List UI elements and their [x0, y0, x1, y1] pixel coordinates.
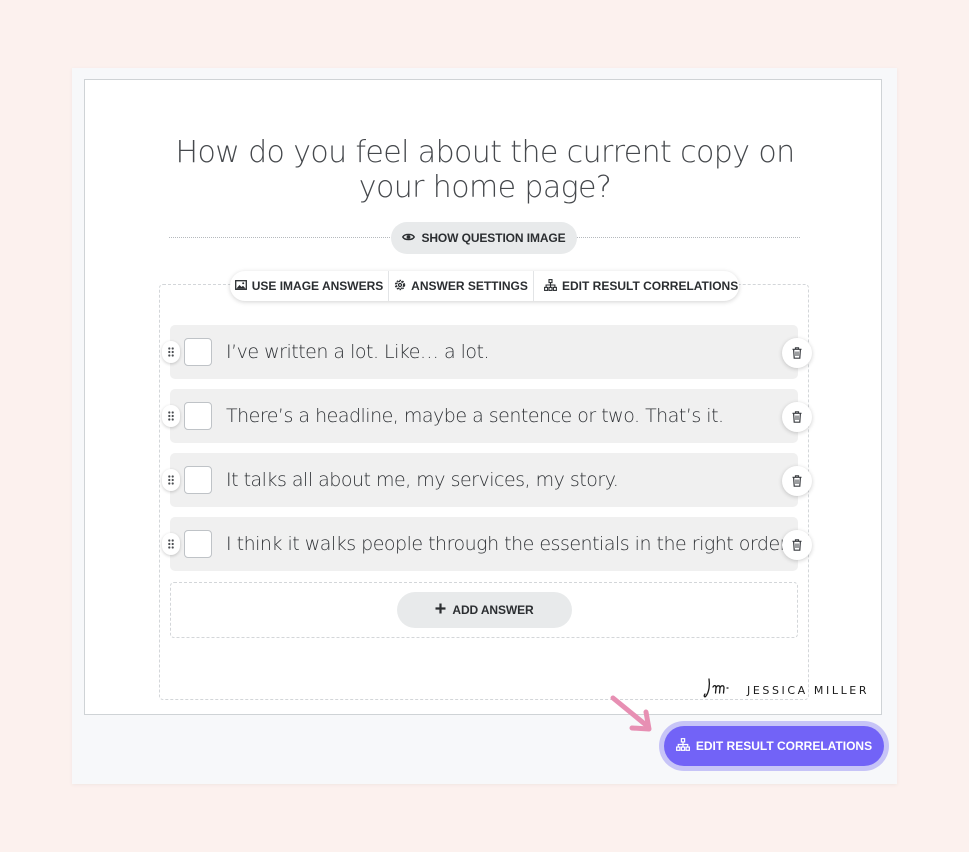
pointer-arrow-icon — [610, 695, 654, 740]
trash-icon[interactable] — [782, 466, 812, 496]
answer-checkbox[interactable] — [184, 402, 212, 430]
signature-logo-icon — [703, 676, 739, 705]
drag-handle-icon[interactable] — [162, 405, 180, 427]
trash-icon[interactable] — [782, 530, 812, 560]
answers-toolbar: USE IMAGE ANSWERS ANSWER SETTINGS EDIT R… — [230, 271, 739, 301]
add-answer-label: ADD ANSWER — [452, 603, 534, 617]
plus-icon — [435, 603, 446, 617]
sitemap-icon — [675, 738, 690, 754]
add-answer-button[interactable]: ADD ANSWER — [397, 592, 572, 628]
show-question-image-label: SHOW QUESTION IMAGE — [421, 231, 566, 245]
answer-row[interactable]: There’s a headline, maybe a sentence or … — [162, 389, 812, 443]
edit-result-correlations-button[interactable]: EDIT RESULT CORRELATIONS — [664, 726, 884, 766]
answer-settings-button[interactable]: ANSWER SETTINGS — [389, 271, 534, 301]
edit-result-correlations-label: EDIT RESULT CORRELATIONS — [695, 739, 873, 753]
drag-handle-icon[interactable] — [162, 341, 180, 363]
image-icon — [234, 279, 247, 293]
brand-logo: JESSICA MILLER — [703, 676, 869, 705]
answer-text[interactable]: I think it walks people through the esse… — [226, 517, 791, 571]
brand-name: JESSICA MILLER — [747, 684, 870, 697]
gear-icon — [394, 279, 406, 294]
edit-result-correlations-toolbar-button[interactable]: EDIT RESULT CORRELATIONS — [534, 271, 739, 301]
sitemap-icon — [544, 278, 557, 294]
question-title[interactable]: How do you feel about the current copy o… — [170, 135, 800, 205]
edit-result-correlations-toolbar-label: EDIT RESULT CORRELATIONS — [562, 279, 739, 293]
answer-checkbox[interactable] — [184, 530, 212, 558]
answer-text[interactable]: It talks all about me, my services, my s… — [226, 453, 619, 507]
trash-icon[interactable] — [782, 402, 812, 432]
answer-checkbox[interactable] — [184, 466, 212, 494]
answer-checkbox[interactable] — [184, 338, 212, 366]
use-image-answers-label: USE IMAGE ANSWERS — [251, 279, 384, 293]
drag-handle-icon[interactable] — [162, 469, 180, 491]
answer-row[interactable]: I think it walks people through the esse… — [162, 517, 812, 571]
answer-text[interactable]: There’s a headline, maybe a sentence or … — [226, 389, 724, 443]
answer-settings-label: ANSWER SETTINGS — [411, 279, 528, 293]
answer-text[interactable]: I’ve written a lot. Like… a lot. — [226, 325, 490, 379]
drag-handle-icon[interactable] — [162, 533, 180, 555]
trash-icon[interactable] — [782, 338, 812, 368]
use-image-answers-button[interactable]: USE IMAGE ANSWERS — [230, 271, 389, 301]
show-question-image-button[interactable]: SHOW QUESTION IMAGE — [391, 222, 577, 254]
answer-row[interactable]: I’ve written a lot. Like… a lot. — [162, 325, 812, 379]
answer-row[interactable]: It talks all about me, my services, my s… — [162, 453, 812, 507]
eye-icon — [402, 231, 416, 245]
